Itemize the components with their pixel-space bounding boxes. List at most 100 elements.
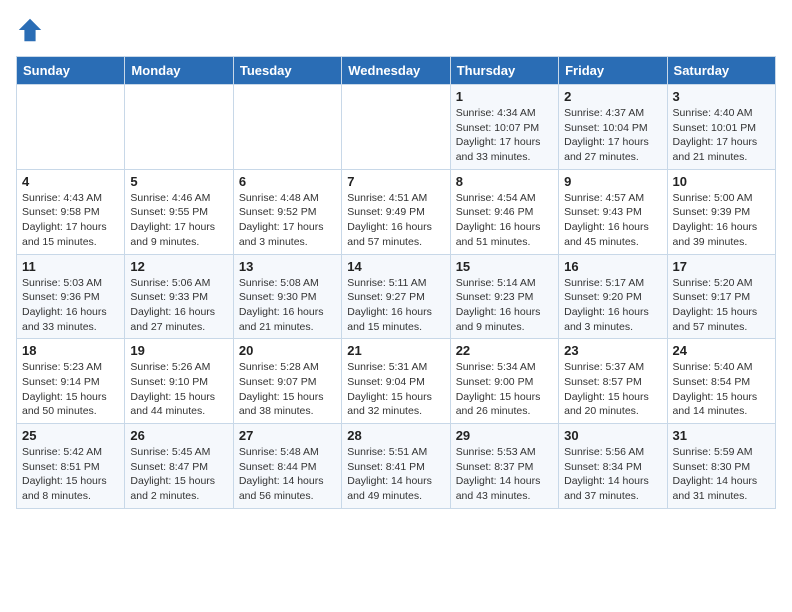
day-content-line: Sunset: 8:47 PM xyxy=(130,461,208,473)
day-content-line: Sunrise: 4:48 AM xyxy=(239,192,319,204)
day-number: 28 xyxy=(347,428,444,443)
day-content-line: and 15 minutes. xyxy=(22,236,97,248)
day-content-line: Sunset: 9:10 PM xyxy=(130,376,208,388)
day-content-line: Sunrise: 4:54 AM xyxy=(456,192,536,204)
calendar-cell: 22Sunrise: 5:34 AMSunset: 9:00 PMDayligh… xyxy=(450,339,558,424)
day-content: Sunrise: 5:48 AMSunset: 8:44 PMDaylight:… xyxy=(239,445,336,504)
day-content-line: and 27 minutes. xyxy=(564,151,639,163)
day-content-line: and 56 minutes. xyxy=(239,490,314,502)
day-content-line: Sunset: 9:14 PM xyxy=(22,376,100,388)
day-content-line: Sunset: 8:44 PM xyxy=(239,461,317,473)
day-content-line: Sunrise: 5:53 AM xyxy=(456,446,536,458)
day-content-line: and 15 minutes. xyxy=(347,321,422,333)
logo xyxy=(16,16,48,44)
day-content: Sunrise: 5:28 AMSunset: 9:07 PMDaylight:… xyxy=(239,360,336,419)
day-content-line: Sunrise: 5:14 AM xyxy=(456,277,536,289)
day-content-line: and 33 minutes. xyxy=(22,321,97,333)
day-content: Sunrise: 5:00 AMSunset: 9:39 PMDaylight:… xyxy=(673,191,770,250)
calendar-cell xyxy=(233,85,341,170)
day-content-line: Sunrise: 5:37 AM xyxy=(564,361,644,373)
day-number: 30 xyxy=(564,428,661,443)
day-content-line: Sunset: 9:27 PM xyxy=(347,291,425,303)
calendar-cell: 1Sunrise: 4:34 AMSunset: 10:07 PMDayligh… xyxy=(450,85,558,170)
day-content-line: Sunset: 8:57 PM xyxy=(564,376,642,388)
day-number: 10 xyxy=(673,174,770,189)
day-content-line: Sunset: 9:07 PM xyxy=(239,376,317,388)
day-content-line: Daylight: 15 hours xyxy=(564,391,649,403)
day-content-line: and 33 minutes. xyxy=(456,151,531,163)
day-content-line: Sunset: 9:33 PM xyxy=(130,291,208,303)
day-content-line: Daylight: 15 hours xyxy=(130,475,215,487)
day-content-line: Sunset: 9:52 PM xyxy=(239,206,317,218)
calendar-cell: 13Sunrise: 5:08 AMSunset: 9:30 PMDayligh… xyxy=(233,254,341,339)
calendar-week-row: 18Sunrise: 5:23 AMSunset: 9:14 PMDayligh… xyxy=(17,339,776,424)
day-content-line: Daylight: 15 hours xyxy=(673,391,758,403)
calendar-week-row: 1Sunrise: 4:34 AMSunset: 10:07 PMDayligh… xyxy=(17,85,776,170)
day-content: Sunrise: 4:34 AMSunset: 10:07 PMDaylight… xyxy=(456,106,553,165)
day-number: 5 xyxy=(130,174,227,189)
calendar-cell: 7Sunrise: 4:51 AMSunset: 9:49 PMDaylight… xyxy=(342,169,450,254)
day-content-line: Sunset: 9:17 PM xyxy=(673,291,751,303)
day-content-line: Sunset: 8:37 PM xyxy=(456,461,534,473)
day-number: 9 xyxy=(564,174,661,189)
day-content-line: Sunset: 9:23 PM xyxy=(456,291,534,303)
day-content: Sunrise: 4:37 AMSunset: 10:04 PMDaylight… xyxy=(564,106,661,165)
day-content-line: and 50 minutes. xyxy=(22,405,97,417)
day-content-line: Daylight: 15 hours xyxy=(22,475,107,487)
day-content-line: Sunrise: 5:59 AM xyxy=(673,446,753,458)
day-content-line: Sunrise: 5:23 AM xyxy=(22,361,102,373)
calendar-header-row: SundayMondayTuesdayWednesdayThursdayFrid… xyxy=(17,57,776,85)
day-content-line: Daylight: 14 hours xyxy=(673,475,758,487)
day-number: 13 xyxy=(239,259,336,274)
day-content-line: Daylight: 17 hours xyxy=(456,136,541,148)
day-content-line: and 39 minutes. xyxy=(673,236,748,248)
day-number: 7 xyxy=(347,174,444,189)
day-number: 23 xyxy=(564,343,661,358)
day-content-line: and 21 minutes. xyxy=(673,151,748,163)
day-content-line: Sunrise: 5:34 AM xyxy=(456,361,536,373)
day-content-line: and 45 minutes. xyxy=(564,236,639,248)
day-content-line: Sunset: 9:55 PM xyxy=(130,206,208,218)
calendar-cell: 26Sunrise: 5:45 AMSunset: 8:47 PMDayligh… xyxy=(125,424,233,509)
day-content: Sunrise: 5:53 AMSunset: 8:37 PMDaylight:… xyxy=(456,445,553,504)
day-number: 6 xyxy=(239,174,336,189)
calendar-cell: 15Sunrise: 5:14 AMSunset: 9:23 PMDayligh… xyxy=(450,254,558,339)
calendar-cell: 21Sunrise: 5:31 AMSunset: 9:04 PMDayligh… xyxy=(342,339,450,424)
calendar-cell: 12Sunrise: 5:06 AMSunset: 9:33 PMDayligh… xyxy=(125,254,233,339)
calendar-week-row: 4 Sunrise: 4:43 AMSunset: 9:58 PMDaylight… xyxy=(17,169,776,254)
day-number: 14 xyxy=(347,259,444,274)
day-number: 21 xyxy=(347,343,444,358)
day-number: 27 xyxy=(239,428,336,443)
day-number: 20 xyxy=(239,343,336,358)
day-number: 26 xyxy=(130,428,227,443)
day-content-line: Sunset: 9:30 PM xyxy=(239,291,317,303)
day-number: 12 xyxy=(130,259,227,274)
calendar-cell: 2Sunrise: 4:37 AMSunset: 10:04 PMDayligh… xyxy=(559,85,667,170)
day-content-line: Sunrise: 4:37 AM xyxy=(564,107,644,119)
day-content: Sunrise: 5:37 AM Sunset: 8:57 PM Daylight:… xyxy=(564,360,661,419)
day-content-line: and 3 minutes. xyxy=(564,321,633,333)
day-content-line: Daylight: 16 hours xyxy=(456,306,541,318)
day-content-line: Sunset: 10:04 PM xyxy=(564,122,647,134)
day-content-line: and 49 minutes. xyxy=(347,490,422,502)
calendar-cell xyxy=(125,85,233,170)
calendar-cell: 30Sunrise: 5:56 AMSunset: 8:34 PMDayligh… xyxy=(559,424,667,509)
day-content-line: Sunset: 9:04 PM xyxy=(347,376,425,388)
day-content: Sunrise: 4:43 AMSunset: 9:58 PMDaylight:… xyxy=(22,191,119,250)
day-content-line: Sunrise: 5:17 AM xyxy=(564,277,644,289)
day-content-line: Daylight: 15 hours xyxy=(456,391,541,403)
day-content-line: Daylight: 15 hours xyxy=(239,391,324,403)
calendar-cell: 4 Sunrise: 4:43 AMSunset: 9:58 PMDaylight… xyxy=(17,169,125,254)
day-content-line: Daylight: 16 hours xyxy=(22,306,107,318)
day-header-sunday: Sunday xyxy=(17,57,125,85)
day-number: 29 xyxy=(456,428,553,443)
day-content-line: Sunrise: 4:34 AM xyxy=(456,107,536,119)
calendar-cell: 17Sunrise: 5:20 AMSunset: 9:17 PMDayligh… xyxy=(667,254,775,339)
calendar-cell: 29Sunrise: 5:53 AMSunset: 8:37 PMDayligh… xyxy=(450,424,558,509)
day-content: Sunrise: 5:17 AMSunset: 9:20 PMDaylight:… xyxy=(564,276,661,335)
day-number: 4 xyxy=(22,174,119,189)
day-content-line: Daylight: 14 hours xyxy=(564,475,649,487)
day-content-line: and 8 minutes. xyxy=(22,490,91,502)
day-content-line: Sunset: 9:00 PM xyxy=(456,376,534,388)
day-content: Sunrise: 5:20 AMSunset: 9:17 PMDaylight:… xyxy=(673,276,770,335)
